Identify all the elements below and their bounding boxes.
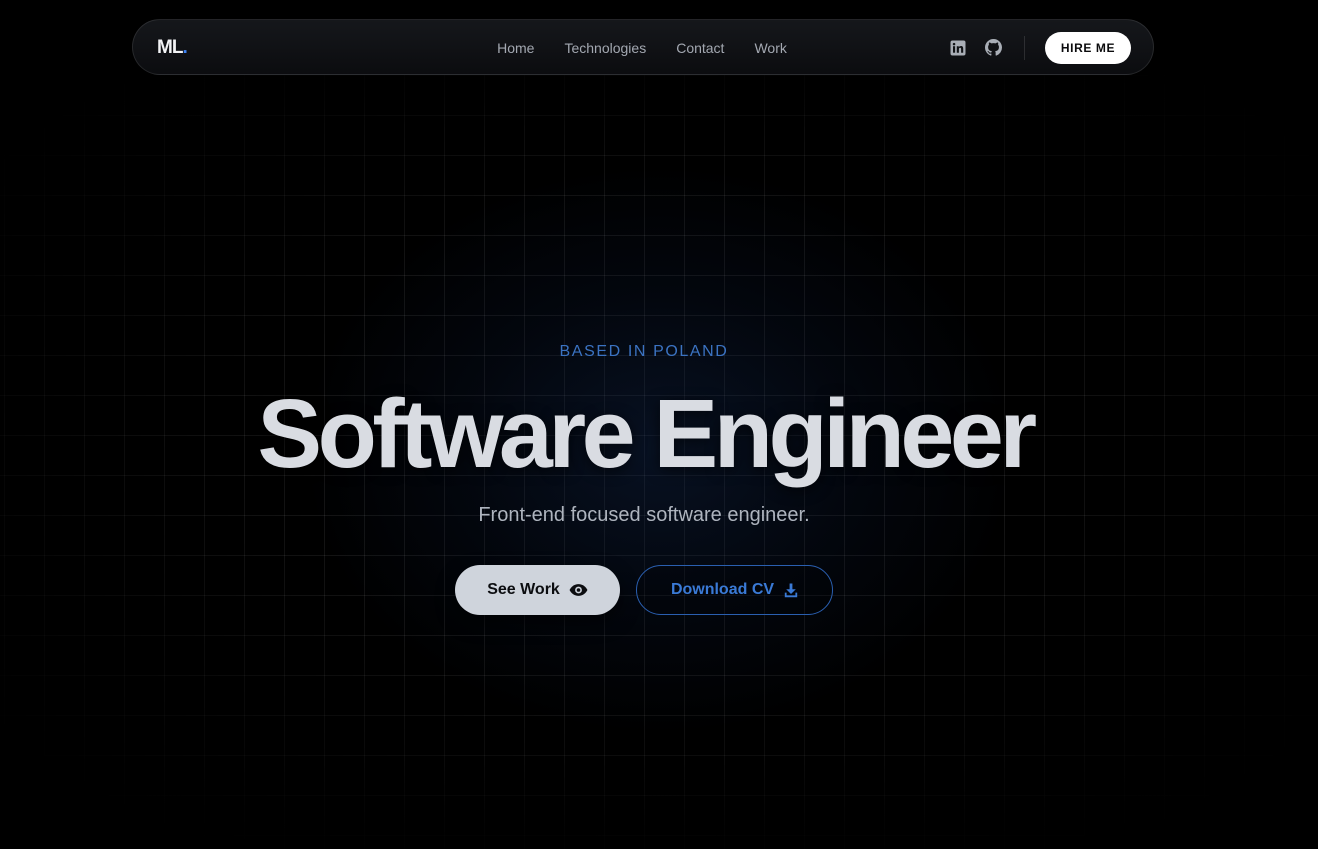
hero-subtitle: Front-end focused software engineer.: [478, 504, 810, 526]
nav-link-work[interactable]: Work: [754, 40, 786, 56]
hero-title: Software Engineer: [257, 379, 1037, 488]
logo[interactable]: ML.: [157, 37, 188, 59]
see-work-label: See Work: [487, 581, 560, 598]
hero-kicker: BASED IN POLAND: [559, 343, 729, 360]
nav-link-contact[interactable]: Contact: [676, 40, 724, 56]
nav-link-home[interactable]: Home: [497, 40, 534, 56]
github-icon[interactable]: [985, 39, 1002, 56]
hire-me-button[interactable]: HIRE ME: [1045, 32, 1131, 64]
download-cv-label: Download CV: [670, 581, 775, 598]
logo-text: ML: [157, 37, 183, 58]
download-cv-button[interactable]: Download CV: [636, 565, 833, 615]
navbar: ML. Home Technologies Contact Work HIRE …: [132, 19, 1154, 75]
page: ML. Home Technologies Contact Work HIRE …: [0, 0, 1318, 849]
linkedin-icon[interactable]: [949, 39, 966, 56]
see-work-button[interactable]: See Work: [455, 565, 620, 615]
nav-divider: [1024, 36, 1025, 60]
nav-link-technologies[interactable]: Technologies: [564, 40, 646, 56]
eye-icon: [569, 583, 588, 597]
download-icon: [784, 583, 798, 598]
logo-dot: .: [182, 37, 187, 58]
bottom-fade: [0, 759, 1318, 849]
